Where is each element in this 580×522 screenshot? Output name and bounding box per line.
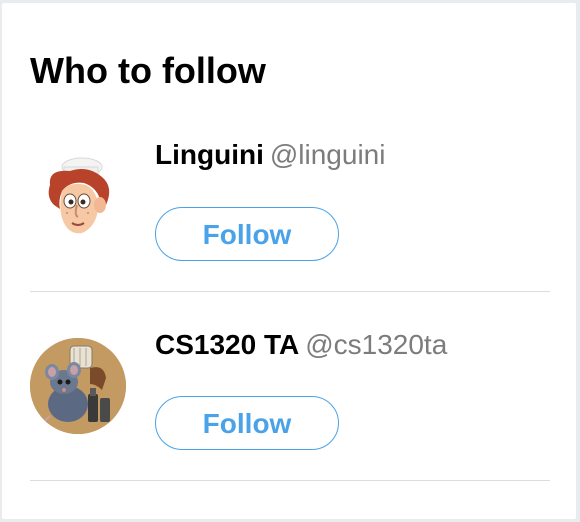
avatar[interactable] <box>30 338 126 434</box>
divider <box>30 480 550 481</box>
user-name[interactable]: Linguini <box>155 139 264 170</box>
user-name[interactable]: CS1320 TA <box>155 329 299 360</box>
who-to-follow-title: Who to follow <box>30 50 266 91</box>
linguini-avatar-image <box>48 157 110 234</box>
follow-button[interactable]: Follow <box>155 207 339 261</box>
user-handle[interactable]: @linguini <box>270 139 386 170</box>
remy-rat-avatar-image <box>30 338 126 434</box>
user-handle[interactable]: @cs1320ta <box>305 329 447 360</box>
divider <box>30 291 550 292</box>
suggestion-row: Linguini @linguini Follow <box>2 103 576 292</box>
follow-button[interactable]: Follow <box>155 396 339 450</box>
user-name-line: CS1320 TA @cs1320ta <box>155 329 447 361</box>
who-to-follow-panel: Who to follow Linguini @linguini Follow … <box>2 3 576 519</box>
suggestion-row: CS1320 TA @cs1320ta Follow <box>2 293 576 481</box>
avatar[interactable] <box>30 147 126 243</box>
user-name-line: Linguini @linguini <box>155 139 385 171</box>
